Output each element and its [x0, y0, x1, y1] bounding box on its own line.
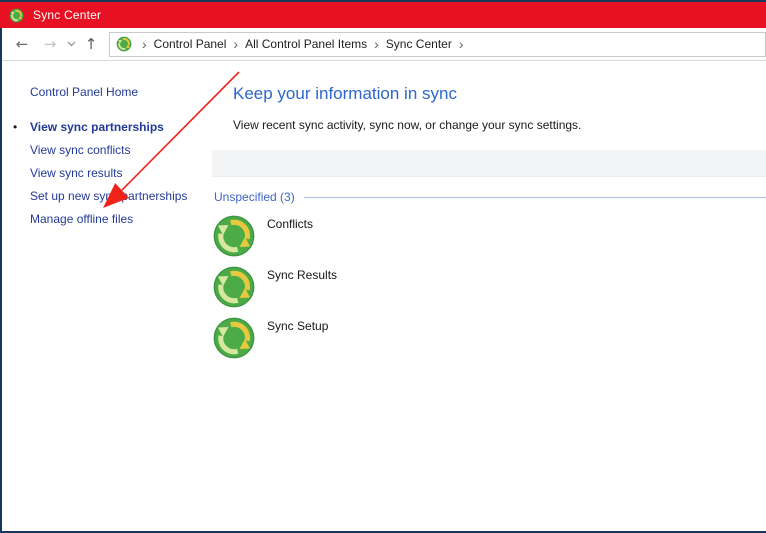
active-bullet-icon: • — [13, 120, 18, 134]
sidebar-item-control-panel-home[interactable]: Control Panel Home — [30, 81, 212, 104]
list-item-label: Sync Results — [267, 268, 338, 282]
sidebar-item-manage-offline-files[interactable]: Manage offline files — [30, 208, 212, 231]
sidebar-item-label: View sync conflicts — [30, 143, 131, 157]
sync-icon — [212, 214, 256, 258]
list-item-sync-results[interactable]: Sync Results — [212, 265, 766, 309]
main-pane: Keep your information in sync View recen… — [212, 61, 766, 531]
list-item-label: Conflicts — [267, 217, 314, 231]
address-bar[interactable]: › Control Panel › All Control Panel Item… — [109, 31, 766, 57]
breadcrumb-control-panel[interactable]: Control Panel — [154, 37, 227, 51]
group-label: Unspecified (3) — [214, 190, 295, 204]
page-title: Keep your information in sync — [233, 84, 457, 103]
sidebar-item-view-sync-results[interactable]: View sync results — [30, 162, 212, 185]
sidebar-item-label: View sync partnerships — [30, 120, 164, 134]
task-pane: Control Panel Home • View sync partnersh… — [2, 61, 212, 531]
back-button[interactable]: ← — [8, 30, 36, 58]
group-header-unspecified[interactable]: Unspecified (3) — [214, 190, 766, 204]
breadcrumb-separator: › — [458, 36, 464, 52]
sidebar-item-label: Set up new sync partnerships — [30, 189, 188, 203]
sync-center-app-icon — [9, 8, 24, 23]
breadcrumb-sync-center[interactable]: Sync Center — [386, 37, 452, 51]
sync-icon — [212, 316, 256, 360]
command-bar — [212, 150, 766, 177]
sync-center-window: Sync Center ← → ↑ › Control Panel › All … — [0, 0, 766, 533]
sidebar-item-view-sync-partnerships[interactable]: • View sync partnerships — [13, 116, 212, 139]
window-title: Sync Center — [33, 8, 102, 22]
list-item-label: Sync Setup — [267, 319, 329, 333]
page-subtitle: View recent sync activity, sync now, or … — [233, 118, 582, 132]
breadcrumb-separator: › — [233, 36, 239, 52]
location-sync-icon[interactable] — [116, 36, 132, 52]
breadcrumb-all-items[interactable]: All Control Panel Items — [245, 37, 367, 51]
sidebar-item-label: Control Panel Home — [30, 85, 139, 99]
list-item-sync-setup[interactable]: Sync Setup — [212, 316, 766, 360]
items-list: Conflicts Sync Results Sync Setup — [212, 214, 766, 360]
breadcrumb-separator: › — [374, 36, 379, 52]
group-divider — [303, 196, 766, 198]
list-item-conflicts[interactable]: Conflicts — [212, 214, 766, 258]
forward-button[interactable]: → — [36, 30, 64, 58]
sidebar-item-set-up-new-sync-partnerships[interactable]: Set up new sync partnerships — [30, 185, 212, 208]
sync-icon — [212, 265, 256, 309]
breadcrumb-separator: › — [142, 36, 147, 52]
sidebar-item-label: View sync results — [30, 166, 123, 180]
up-button[interactable]: ↑ — [78, 30, 104, 58]
sidebar-item-label: Manage offline files — [30, 212, 134, 226]
navigation-bar: ← → ↑ › Control Panel › All Control Pane… — [2, 28, 766, 61]
titlebar[interactable]: Sync Center — [0, 2, 766, 28]
chevron-down-icon[interactable] — [64, 30, 78, 58]
sidebar-item-view-sync-conflicts[interactable]: View sync conflicts — [30, 139, 212, 162]
